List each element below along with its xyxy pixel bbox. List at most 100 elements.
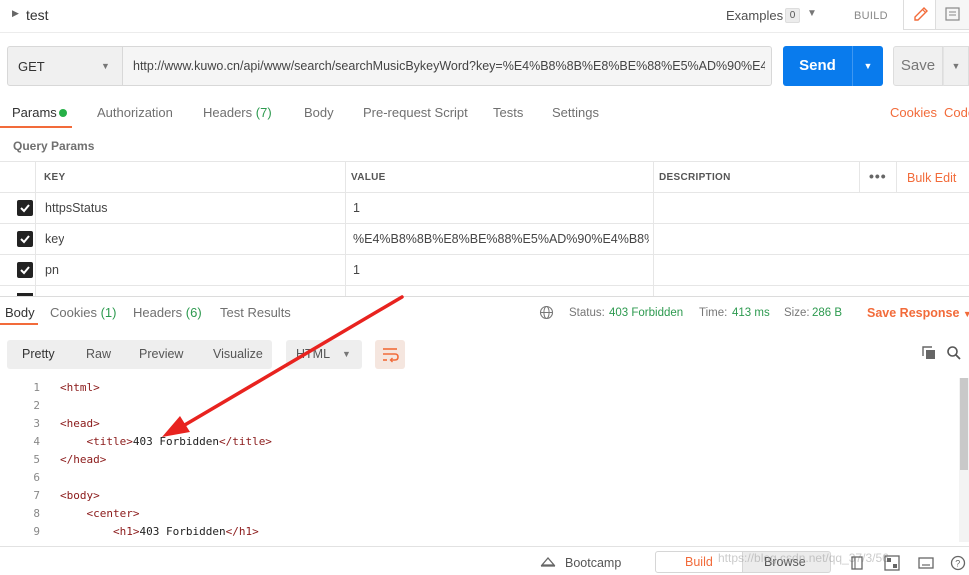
send-options-button[interactable]: ▼ [852,46,883,86]
param-value[interactable]: 1 [353,201,360,215]
bulk-edit-link[interactable]: Bulk Edit [907,171,956,185]
scrollbar-thumb[interactable] [960,378,968,470]
tab-prerequest-script[interactable]: Pre-request Script [363,105,468,120]
line-number: 3 [33,417,40,430]
tab-params[interactable]: Params [12,105,57,120]
examples-count-badge: 0 [785,8,800,23]
status-value[interactable]: 403 Forbidden [609,307,683,319]
divider [896,162,897,192]
divider [653,162,654,296]
divider [0,32,969,33]
chevron-down-icon: ▼ [342,349,351,359]
url-value[interactable]: http://www.kuwo.cn/api/www/search/search… [133,59,765,73]
request-name[interactable]: test [26,7,49,23]
active-tab-indicator [0,323,38,325]
expand-caret-icon[interactable]: ▶ [12,8,19,19]
param-checkbox[interactable] [17,200,33,216]
pencil-icon [914,7,928,21]
globe-icon[interactable] [539,305,554,320]
wrap-lines-icon [383,348,399,363]
html-tag: <html> [60,381,100,394]
search-icon[interactable] [946,345,962,361]
chevron-down-icon: ▼ [951,61,961,71]
tab-tests[interactable]: Tests [493,105,523,120]
view-preview[interactable]: Preview [139,347,183,361]
param-value[interactable]: 1 [353,263,360,277]
copy-icon[interactable] [921,345,937,361]
view-pretty[interactable]: Pretty [22,347,55,361]
tab-test-results[interactable]: Test Results [220,305,291,320]
book-icon[interactable] [850,555,864,571]
save-response-button[interactable]: Save Response ▼ [867,306,969,320]
time-value[interactable]: 413 ms [732,307,770,319]
param-checkbox[interactable] [17,231,33,247]
build-mode-label: BUILD [854,10,888,22]
code-line[interactable]: <title>403 Forbidden</title> [60,435,272,448]
tab-authorization[interactable]: Authorization [97,105,173,120]
tab-headers-label: Headers [203,105,253,120]
save-button[interactable]: Save [893,46,943,86]
code-line[interactable]: <body> [60,489,100,502]
code-line[interactable]: <center> [60,507,140,520]
save-response-label: Save Response [867,306,960,320]
tab-headers-count: (6) [185,305,202,320]
more-options-icon[interactable]: ••• [869,168,887,184]
divider [859,162,860,192]
chevron-down-icon: ▼ [101,61,110,71]
comment-icon [945,7,960,21]
code-line[interactable]: <head> [60,417,100,430]
bootcamp-icon [540,557,556,567]
tab-body[interactable]: Body [304,105,334,120]
line-number: 6 [33,471,40,484]
send-button[interactable]: Send [783,46,852,86]
layout-icon[interactable] [884,555,900,571]
param-key[interactable]: pn [45,263,59,277]
tab-headers-label: Headers [133,305,183,320]
wrap-lines-button[interactable] [375,340,405,369]
request-title-bar [0,0,969,32]
view-raw[interactable]: Raw [86,347,111,361]
tab-response-headers[interactable]: Headers (6) [133,305,202,320]
chevron-down-icon[interactable]: ▼ [807,8,817,19]
tab-cookies-label: Cookies [50,305,97,320]
tab-headers-count: (7) [255,105,272,120]
param-value[interactable]: %E4%B8%8B%E8%BE%88%E5%AD%90%E4%B8%8... [353,232,649,246]
edit-button[interactable] [903,0,936,30]
tab-cookies-count: (1) [100,305,117,320]
examples-dropdown[interactable]: Examples [726,8,783,23]
bootcamp-link[interactable]: Bootcamp [565,556,621,570]
divider [345,162,346,296]
html-tag: </head> [60,453,107,466]
param-key[interactable]: httpsStatus [45,201,108,215]
keyboard-icon[interactable] [918,555,934,571]
build-toggle-label: Build [685,555,713,569]
tab-headers[interactable]: Headers (7) [203,105,272,120]
comments-button[interactable] [936,0,969,30]
html-tag: <body> [60,489,100,502]
code-line[interactable]: <html> [60,381,100,394]
size-label: Size: [784,307,810,319]
pane-divider[interactable] [0,296,969,297]
code-line[interactable]: </head> [60,453,106,466]
tab-response-cookies[interactable]: Cookies (1) [50,305,116,320]
param-checkbox[interactable] [17,262,33,278]
html-tag: </title> [218,435,272,448]
tab-response-body[interactable]: Body [5,305,35,320]
html-tag: <center> [86,507,140,520]
line-number: 2 [33,399,40,412]
save-options-button[interactable]: ▼ [943,46,969,86]
time-label: Time: [699,307,728,319]
line-number: 8 [33,507,40,520]
view-visualize[interactable]: Visualize [213,347,263,361]
help-icon[interactable]: ? [950,555,966,571]
size-value[interactable]: 286 B [812,307,842,319]
params-active-dot [59,109,67,117]
checkmark-icon [20,266,30,275]
code-link[interactable]: Code [944,105,969,120]
cookies-link[interactable]: Cookies [890,105,937,120]
code-line[interactable]: <h1>403 Forbidden</h1> [60,525,259,538]
param-key[interactable]: key [45,232,64,246]
tab-settings[interactable]: Settings [552,105,599,120]
